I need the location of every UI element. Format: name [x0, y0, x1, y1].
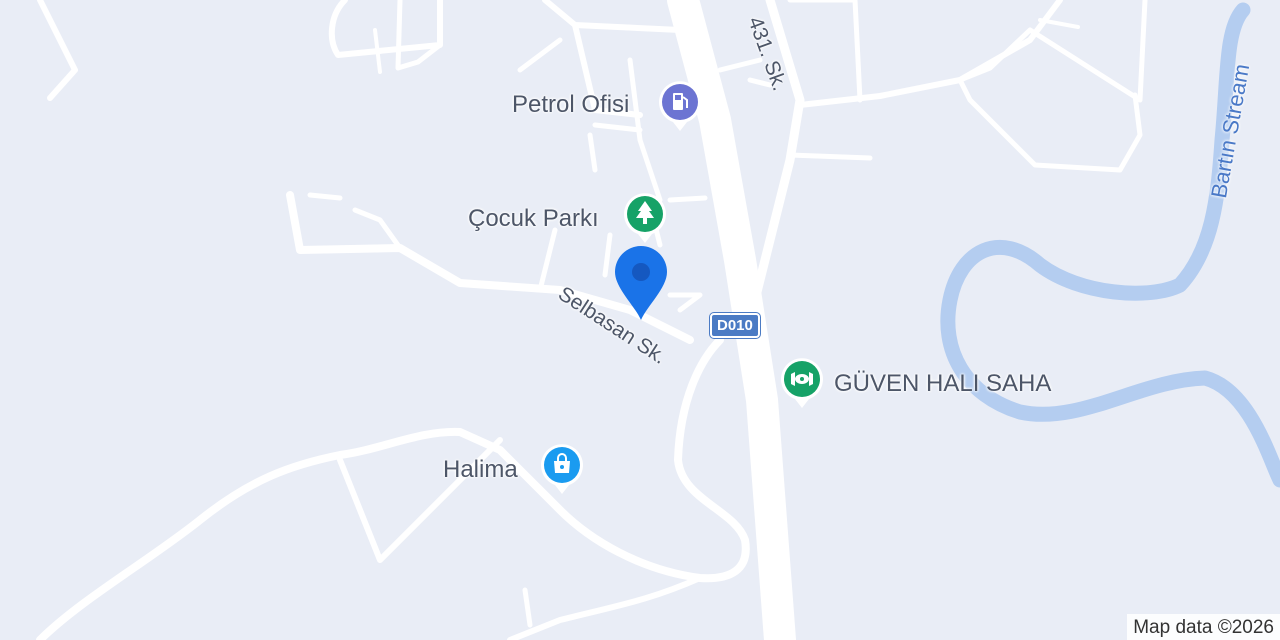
poi-label-guven-hali-saha[interactable]: GÜVEN HALI SAHA — [834, 372, 1051, 396]
tree-icon[interactable] — [622, 191, 668, 245]
highway-shield-d010[interactable]: D010 — [710, 313, 760, 338]
poi-label-petrol-ofisi[interactable]: Petrol Ofisi — [512, 93, 629, 117]
fuel-pump-icon[interactable] — [657, 79, 703, 133]
poi-label-cocuk-parki[interactable]: Çocuk Parkı — [468, 207, 599, 231]
stadium-icon[interactable] — [779, 356, 825, 410]
location-pin-icon[interactable] — [613, 246, 669, 322]
shopping-bag-icon[interactable] — [539, 442, 585, 496]
poi-label-halima[interactable]: Halima — [443, 458, 518, 482]
map-attribution: Map data ©2026 — [1127, 614, 1280, 640]
